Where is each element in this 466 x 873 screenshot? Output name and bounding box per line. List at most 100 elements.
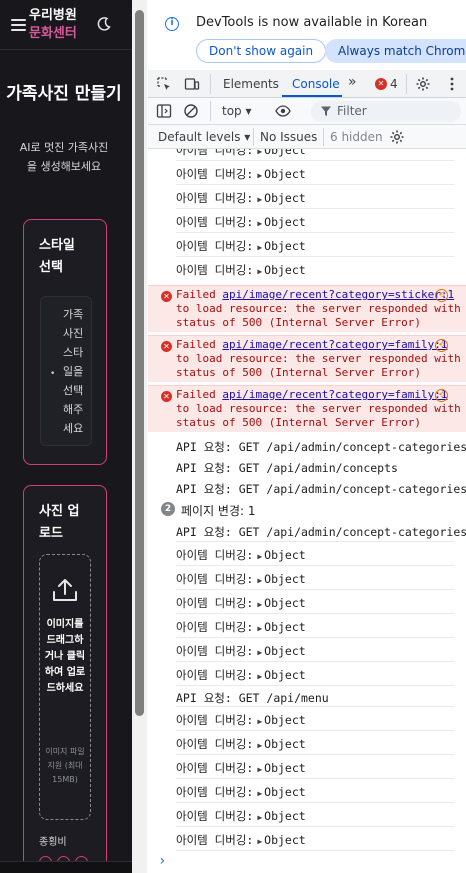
tab-elements[interactable]: Elements (223, 77, 279, 91)
console-log-row[interactable]: API 요청: GET /api/admin/concept-categorie… (148, 477, 466, 498)
expand-triangle-icon[interactable]: ▶ (257, 243, 262, 252)
console-log-row[interactable]: 아이템 디버깅: ▶ Object (148, 590, 466, 614)
expand-triangle-icon[interactable]: ▶ (257, 624, 262, 633)
console-log-row[interactable]: 아이템 디버깅: ▶ Object (148, 233, 466, 257)
console-log-row[interactable]: API 요청: GET /api/admin/concepts (148, 456, 466, 477)
console-log-row[interactable]: 아이템 디버깅: ▶ Object (148, 185, 466, 209)
expand-triangle-icon[interactable]: ▶ (257, 789, 262, 798)
scrollbar-thumb[interactable] (135, 10, 144, 716)
console-log-row[interactable]: 아이템 디버깅: ▶ Object (148, 827, 466, 851)
console-log-row[interactable]: 아이템 디버깅: ▶ Object (148, 779, 466, 803)
expand-triangle-icon[interactable]: ▶ (257, 648, 262, 657)
console-log-row[interactable]: 아이템 디버깅: ▶ Object (148, 209, 466, 233)
log-levels-dropdown[interactable]: Default levels ▾ (158, 130, 250, 144)
always-match-button[interactable]: Always match Chrome's (325, 39, 466, 63)
console-log-row[interactable]: API 요청: GET /api/admin/concept-categorie… (148, 435, 466, 456)
log-prefix: 아이템 디버깅: (176, 596, 254, 610)
console-log-row[interactable]: API 요청: GET /api/menu (148, 686, 466, 707)
hamburger-icon[interactable] (11, 19, 26, 32)
expand-triangle-icon[interactable]: ▶ (257, 765, 262, 774)
console-settings-icon[interactable] (389, 129, 405, 145)
console-log-row[interactable]: 아이템 디버깅: ▶ Object (148, 803, 466, 827)
expand-triangle-icon[interactable]: ▶ (257, 219, 262, 228)
console-log-row[interactable]: 아이템 디버깅: ▶ Object (148, 707, 466, 731)
upload-card-title: 사진 업로드 (39, 504, 80, 541)
expand-triangle-icon[interactable]: ▶ (257, 600, 262, 609)
console-error-row[interactable]: ✕ Failed api/image/recent?category=famil… (148, 335, 466, 382)
kebab-menu-icon[interactable] (444, 76, 460, 92)
aspect-ratio-label: 종횡비 (39, 837, 67, 848)
network-request-icon[interactable]: ⟲ (435, 289, 448, 302)
error-source-link[interactable]: api/image/recent?category=family:1 (222, 338, 447, 351)
object-label[interactable]: Object (264, 149, 306, 157)
expand-triangle-icon[interactable]: ▶ (257, 149, 262, 156)
object-label[interactable]: Object (264, 737, 306, 751)
error-source-link[interactable]: api/image/recent?category=family:1 (222, 388, 447, 401)
object-label[interactable]: Object (264, 713, 306, 727)
object-label[interactable]: Object (264, 572, 306, 586)
object-label[interactable]: Object (264, 263, 306, 277)
sidebar-toggle-icon[interactable] (156, 103, 172, 119)
brand-logo[interactable]: 우리병원 문화센터 (29, 7, 77, 43)
console-log-row[interactable]: 아이템 디버깅: ▶ Object (148, 257, 466, 285)
object-label[interactable]: Object (264, 668, 306, 682)
issues-button[interactable]: No Issues (260, 130, 317, 144)
divider (406, 74, 407, 94)
console-log-row[interactable]: 아이템 디버깅: ▶ Object (148, 662, 466, 686)
log-text: 페이지 변경: 1 (181, 504, 256, 518)
filter-input[interactable]: Filter (311, 101, 461, 122)
object-label[interactable]: Object (264, 596, 306, 610)
gear-icon[interactable] (415, 76, 431, 92)
device-toolbar-icon[interactable] (184, 76, 200, 92)
object-label[interactable]: Object (264, 644, 306, 658)
console-log-row[interactable]: 2 페이지 변경: 1 (148, 498, 466, 520)
object-label[interactable]: Object (264, 833, 306, 847)
expand-triangle-icon[interactable]: ▶ (257, 741, 262, 750)
expand-triangle-icon[interactable]: ▶ (257, 195, 262, 204)
console-log-row[interactable]: 아이템 디버깅: ▶ Object (148, 731, 466, 755)
console-error-row[interactable]: ✕ Failed api/image/recent?category=stick… (148, 285, 466, 332)
object-label[interactable]: Object (264, 215, 306, 229)
console-log-row[interactable]: 아이템 디버깅: ▶ Object (148, 566, 466, 590)
expand-triangle-icon[interactable]: ▶ (257, 672, 262, 681)
console-log-row[interactable]: 아이템 디버깅: ▶ Object (148, 161, 466, 185)
network-request-icon[interactable]: ⟲ (435, 339, 448, 352)
expand-triangle-icon[interactable]: ▶ (257, 552, 262, 561)
upload-dropzone[interactable]: 이미지를 드래그하거나 클릭하여 업로드하세요 이미지 파일 지원 (최대 15… (39, 554, 91, 820)
moon-icon[interactable] (96, 16, 112, 32)
object-label[interactable]: Object (264, 620, 306, 634)
object-label[interactable]: Object (264, 761, 306, 775)
expand-triangle-icon[interactable]: ▶ (257, 267, 262, 276)
object-label[interactable]: Object (264, 785, 306, 799)
object-label[interactable]: Object (264, 239, 306, 253)
object-label[interactable]: Object (264, 548, 306, 562)
more-tabs-icon[interactable]: » (348, 74, 357, 90)
tab-console[interactable]: Console (292, 77, 340, 91)
console-log-row[interactable]: 아이템 디버깅: ▶ Object (148, 638, 466, 662)
expand-triangle-icon[interactable]: ▶ (257, 837, 262, 846)
expand-triangle-icon[interactable]: ▶ (257, 171, 262, 180)
console-log-row[interactable]: 아이템 디버깅: ▶ Object (148, 149, 466, 161)
console-prompt[interactable]: › (158, 853, 166, 869)
dont-show-again-button[interactable]: Don't show again (196, 39, 327, 63)
error-count[interactable]: 4 (390, 77, 398, 91)
expand-triangle-icon[interactable]: ▶ (257, 813, 262, 822)
eye-icon[interactable] (275, 103, 291, 119)
style-option[interactable]: • 가족사진 스타일을 선택해주세요 (40, 296, 92, 446)
error-source-link[interactable]: api/image/recent?category=sticker:1 (222, 288, 454, 301)
object-label[interactable]: Object (264, 191, 306, 205)
error-icon[interactable]: ✕ (375, 78, 387, 90)
console-error-row[interactable]: ✕ Failed api/image/recent?category=famil… (148, 385, 466, 432)
network-request-icon[interactable]: ⟲ (435, 389, 448, 402)
expand-triangle-icon[interactable]: ▶ (257, 717, 262, 726)
expand-triangle-icon[interactable]: ▶ (257, 576, 262, 585)
context-selector[interactable]: top ▾ (222, 104, 252, 118)
inspect-element-icon[interactable] (156, 76, 172, 92)
console-log-row[interactable]: 아이템 디버깅: ▶ Object (148, 542, 466, 566)
console-log-row[interactable]: API 요청: GET /api/admin/concept-categorie… (148, 520, 466, 542)
console-log-row[interactable]: 아이템 디버깅: ▶ Object (148, 614, 466, 638)
clear-console-icon[interactable] (183, 103, 199, 119)
object-label[interactable]: Object (264, 809, 306, 823)
object-label[interactable]: Object (264, 167, 306, 181)
console-log-row[interactable]: 아이템 디버깅: ▶ Object (148, 755, 466, 779)
